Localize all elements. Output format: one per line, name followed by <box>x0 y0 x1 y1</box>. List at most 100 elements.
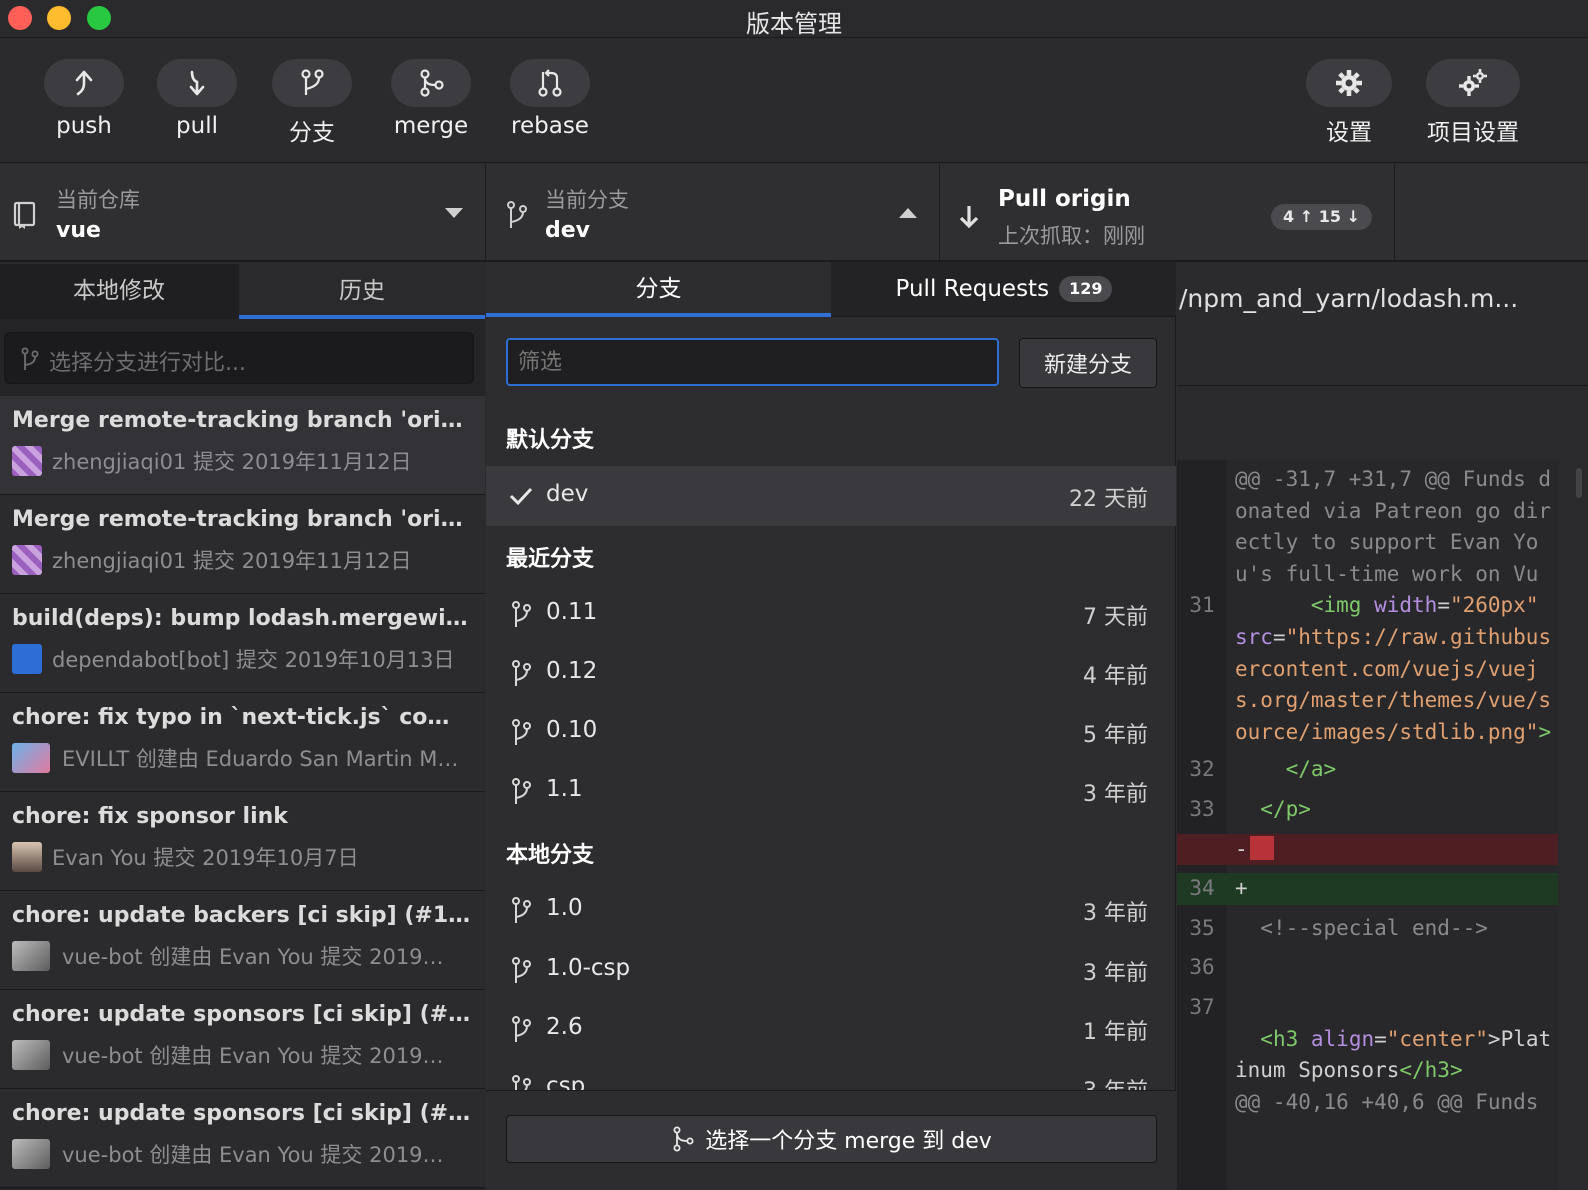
branch-name: 0.10 <box>546 717 598 743</box>
commit-meta: Evan You 提交 2019年10月7日 <box>52 846 359 870</box>
scrollbar-thumb[interactable] <box>1576 468 1582 498</box>
commit-message: chore: fix typo in `next-tick.js` commen… <box>12 705 472 730</box>
compare-placeholder: 选择分支进行对比... <box>49 351 246 376</box>
code-text: </a> <box>1285 757 1337 782</box>
chevron-down-icon <box>445 208 463 218</box>
tab-local-changes[interactable]: 本地修改 <box>0 264 238 319</box>
diff-scrollbar[interactable] <box>1558 460 1588 1190</box>
branch-pill[interactable] <box>272 59 352 107</box>
commit-row[interactable]: chore: fix typo in `next-tick.js` commen… <box>0 693 485 792</box>
new-branch-button[interactable]: 新建分支 <box>1019 338 1157 388</box>
branch-button[interactable]: 分支 <box>272 59 352 147</box>
commit-row[interactable]: Merge remote-tracking branch 'origin/dev… <box>0 396 485 495</box>
code-text: - <box>1227 834 1557 866</box>
branch-name: 2.6 <box>546 1014 583 1040</box>
commit-message: chore: fix sponsor link <box>12 804 288 829</box>
commit-row[interactable]: chore: update sponsors [ci skip] (#10597… <box>0 1089 485 1188</box>
push-icon <box>75 70 93 96</box>
hunk-text: @@ -31,7 +31,7 @@ Funds donated via Patr… <box>1235 467 1552 586</box>
recent-branches-heading: 最近分支 <box>506 547 595 572</box>
repo-name: vue <box>56 218 101 243</box>
code-text: </p> <box>1260 796 1311 821</box>
branch-time: 3 年前 <box>1083 1073 1148 1090</box>
hunk-text: @@ -40,16 +40,6 @@ Funds <box>1235 1089 1539 1114</box>
diff-content: @@ -31,7 +31,7 @@ Funds donated via Patr… <box>1177 460 1588 1118</box>
code-text: <!--special end--> <box>1260 915 1488 940</box>
branch-item-dev[interactable]: dev 22 天前 <box>486 466 1176 526</box>
tab-history[interactable]: 历史 <box>239 264 485 319</box>
commit-meta: zhengjiaqi01 提交 2019年11月12日 <box>52 549 412 573</box>
push-label: push <box>56 113 112 139</box>
rebase-pill[interactable] <box>510 59 590 107</box>
tab-branches[interactable]: 分支 <box>486 262 831 317</box>
project-settings-button[interactable]: 项目设置 <box>1426 59 1520 147</box>
commit-row[interactable]: chore: update sponsors [ci skip] (#10598… <box>0 990 485 1089</box>
commit-row[interactable]: Merge remote-tracking branch 'origin/dev… <box>0 495 485 594</box>
compare-branch-input[interactable]: 选择分支进行对比... <box>4 332 474 384</box>
branch-name: 1.0 <box>546 895 583 921</box>
avatar <box>12 743 50 773</box>
diff-hunk-header: @@ -31,7 +31,7 @@ Funds donated via Patr… <box>1177 464 1588 590</box>
merge-label: merge <box>393 113 469 139</box>
commit-message: chore: update sponsors [ci skip] (#10598… <box>12 1002 472 1027</box>
line-number: 35 <box>1189 915 1215 940</box>
branch-item[interactable]: 1.0 3 年前 <box>486 880 1176 940</box>
settings-pill[interactable] <box>1306 59 1392 107</box>
tab-pull-requests[interactable]: Pull Requests 129 <box>832 262 1176 317</box>
commit-meta: zhengjiaqi01 提交 2019年11月12日 <box>52 450 412 474</box>
branch-time: 7 天前 <box>1083 605 1148 630</box>
toolbar: push pull 分支 merge rebase 设置 项目设置 <box>0 39 1588 163</box>
branch-item[interactable]: 1.1 3 年前 <box>486 761 1176 821</box>
push-pill[interactable] <box>44 59 124 107</box>
commit-meta: vue-bot 创建由 Evan You 提交 2019年10月 <box>62 945 457 969</box>
pull-pill[interactable] <box>157 59 237 107</box>
info-bar: 当前仓库 vue 当前分支 dev Pull origin 上次抓取：刚刚 4 … <box>0 164 1588 262</box>
pull-label: pull <box>176 113 218 139</box>
branch-icon <box>301 69 324 95</box>
branch-icon <box>512 897 531 923</box>
project-settings-pill[interactable] <box>1426 59 1520 107</box>
merge-button[interactable]: merge <box>391 59 471 139</box>
diff-deleted-line: - <box>1177 833 1588 866</box>
file-path-header: /npm_and_yarn/lodash.m... <box>1177 264 1588 386</box>
line-number: 32 <box>1189 757 1215 782</box>
rebase-icon <box>538 69 562 97</box>
commit-row[interactable]: build(deps): bump lodash.mergewith from … <box>0 594 485 693</box>
push-button[interactable]: push <box>44 59 124 139</box>
deleted-char-marker <box>1249 835 1274 860</box>
line-number: 37 <box>1189 994 1215 1019</box>
gears-icon <box>1459 69 1487 96</box>
branch-item[interactable]: 1.0-csp 3 年前 <box>486 940 1176 1000</box>
pull-origin-button[interactable]: Pull origin 上次抓取：刚刚 4 ↑ 15 ↓ <box>940 164 1395 262</box>
pull-button[interactable]: pull <box>157 59 237 139</box>
commit-row[interactable]: chore: fix sponsor link Evan You 提交 2019… <box>0 792 485 891</box>
pull-request-count-badge: 129 <box>1059 276 1113 302</box>
current-branch-selector[interactable]: 当前分支 dev <box>486 164 940 262</box>
rebase-button[interactable]: rebase <box>510 59 590 139</box>
branch-filter-input[interactable] <box>506 338 999 386</box>
settings-button[interactable]: 设置 <box>1306 59 1392 147</box>
current-repo-selector[interactable]: 当前仓库 vue <box>0 164 486 262</box>
commit-row[interactable]: chore: update backers [ci skip] (#10599)… <box>0 891 485 990</box>
ahead-behind-badge: 4 ↑ 15 ↓ <box>1271 204 1372 230</box>
left-panel: 本地修改 历史 选择分支进行对比... Merge remote-trackin… <box>0 264 485 1190</box>
diff-line: 35 <!--special end--> <box>1177 913 1588 945</box>
branch-name: 1.0-csp <box>546 955 631 981</box>
merge-pill[interactable] <box>391 59 471 107</box>
branch-item[interactable]: 0.12 4 年前 <box>486 643 1176 703</box>
branch-icon <box>512 601 531 627</box>
merge-into-dev-button[interactable]: 选择一个分支 merge 到 dev <box>506 1115 1157 1163</box>
branch-item[interactable]: 0.11 7 天前 <box>486 584 1176 644</box>
pull-icon <box>189 70 205 96</box>
branch-item[interactable]: csp 3 年前 <box>486 1058 1176 1090</box>
merge-icon <box>673 1126 694 1152</box>
repo-icon <box>13 201 36 229</box>
branch-icon <box>512 1075 531 1090</box>
line-number <box>1177 464 1227 590</box>
branch-time: 3 年前 <box>1083 782 1148 807</box>
branch-icon <box>512 1016 531 1042</box>
branch-item[interactable]: 2.6 1 年前 <box>486 999 1176 1059</box>
arrow-down-icon <box>959 206 979 229</box>
branch-item[interactable]: 0.10 5 年前 <box>486 702 1176 762</box>
